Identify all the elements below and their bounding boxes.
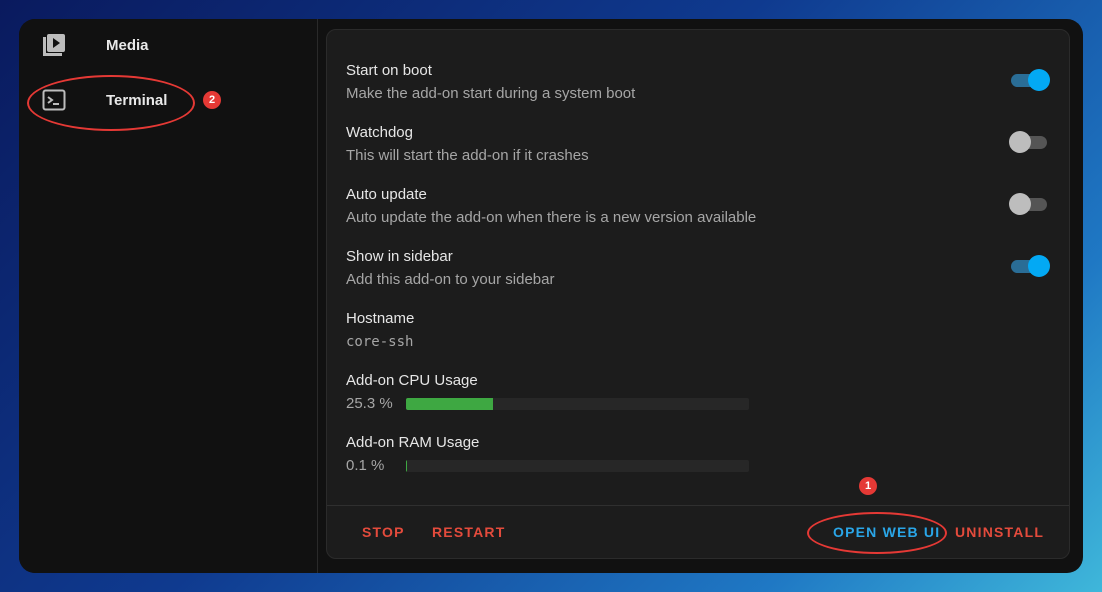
cpu-usage-meter: [406, 398, 749, 410]
ram-usage-label: Add-on RAM Usage: [346, 434, 480, 451]
toggle-knob: [1028, 255, 1050, 277]
option-description: Make the add-on start during a system bo…: [346, 85, 636, 102]
toggle-knob: [1028, 69, 1050, 91]
restart-button[interactable]: RESTART: [432, 524, 505, 540]
option-description: This will start the add-on if it crashes: [346, 147, 589, 164]
option-title: Start on boot: [346, 62, 432, 79]
terminal-icon: [41, 87, 67, 113]
annotation-badge-1: 1: [859, 477, 877, 495]
watchdog-toggle[interactable]: [1009, 130, 1049, 154]
cpu-usage-value: 25.3 %: [346, 395, 393, 412]
media-icon: [41, 32, 67, 58]
cpu-usage-section: Add-on CPU Usage 25.3 %: [346, 371, 1046, 419]
sidebar-item-label: Media: [106, 36, 149, 54]
hostname-section: Hostname core-ssh: [346, 309, 1046, 352]
option-title: Watchdog: [346, 124, 413, 141]
auto-update-toggle[interactable]: [1009, 192, 1049, 216]
sidebar-item-terminal[interactable]: Terminal: [19, 78, 317, 122]
option-watchdog: Watchdog This will start the add-on if i…: [346, 123, 1046, 166]
option-description: Add this add-on to your sidebar: [346, 271, 555, 288]
ram-usage-section: Add-on RAM Usage 0.1 %: [346, 433, 1046, 481]
hostname-value: core-ssh: [346, 334, 414, 350]
option-start-on-boot: Start on boot Make the add-on start duri…: [346, 61, 1046, 104]
option-show-in-sidebar: Show in sidebar Add this add-on to your …: [346, 247, 1046, 290]
toggle-knob: [1009, 193, 1031, 215]
sidebar: Media Terminal 2: [19, 19, 318, 573]
option-description: Auto update the add-on when there is a n…: [346, 209, 757, 226]
card-actions: STOP RESTART OPEN WEB UI UNINSTALL: [327, 505, 1069, 558]
app-window: Media Terminal 2 Start on boot Make the …: [19, 19, 1083, 573]
stop-button[interactable]: STOP: [362, 524, 405, 540]
ram-usage-meter: [406, 460, 749, 472]
cpu-usage-fill: [406, 398, 493, 410]
hostname-label: Hostname: [346, 310, 415, 327]
show-in-sidebar-toggle[interactable]: [1009, 254, 1050, 278]
uninstall-button[interactable]: UNINSTALL: [955, 524, 1044, 540]
sidebar-item-label: Terminal: [106, 91, 168, 109]
start-on-boot-toggle[interactable]: [1009, 68, 1050, 92]
addon-config-card: Start on boot Make the add-on start duri…: [326, 29, 1070, 559]
annotation-badge-2: 2: [203, 91, 221, 109]
option-title: Show in sidebar: [346, 248, 453, 265]
sidebar-item-media[interactable]: Media: [19, 23, 317, 67]
cpu-usage-label: Add-on CPU Usage: [346, 372, 478, 389]
open-web-ui-button[interactable]: OPEN WEB UI: [833, 524, 940, 540]
ram-usage-value: 0.1 %: [346, 457, 385, 474]
toggle-knob: [1009, 131, 1031, 153]
option-title: Auto update: [346, 186, 427, 203]
option-auto-update: Auto update Auto update the add-on when …: [346, 185, 1046, 228]
